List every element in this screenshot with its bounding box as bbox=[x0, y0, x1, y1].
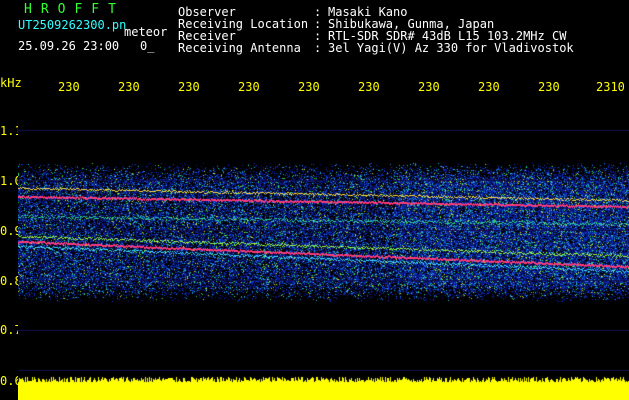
x-axis-ticks: 230 230 230 230 230 230 230 230 230 2310 bbox=[0, 80, 629, 94]
meteor-count: 0_ bbox=[140, 39, 155, 53]
file-name: UT2509262300.pn bbox=[18, 18, 127, 32]
spectrogram-plot bbox=[18, 96, 629, 400]
info-value: 3el Yagi(V) Az 330 for Vladivostok bbox=[328, 41, 574, 55]
datetime: 25.09.26 23:00 bbox=[18, 39, 120, 53]
x-tick-label: 230 bbox=[58, 80, 80, 94]
meteor-label: meteor bbox=[124, 25, 168, 39]
app-brand: HROFFT bbox=[24, 2, 125, 17]
x-tick-label: 230 bbox=[178, 80, 200, 94]
hrofft-screen: HROFFT UT2509262300.pn meteor 25.09.26 2… bbox=[0, 0, 629, 400]
x-tick-label: 230 bbox=[118, 80, 140, 94]
x-tick-label: 230 bbox=[538, 80, 560, 94]
x-tick-label: 230 bbox=[238, 80, 260, 94]
info-label: Receiving Antenna bbox=[178, 41, 301, 55]
x-tick-label: 230 bbox=[298, 80, 320, 94]
x-tick-label: 2310 bbox=[596, 80, 625, 94]
info-colon: : bbox=[314, 41, 322, 55]
x-tick-label: 230 bbox=[358, 80, 380, 94]
x-tick-label: 230 bbox=[418, 80, 440, 94]
x-tick-label: 230 bbox=[478, 80, 500, 94]
